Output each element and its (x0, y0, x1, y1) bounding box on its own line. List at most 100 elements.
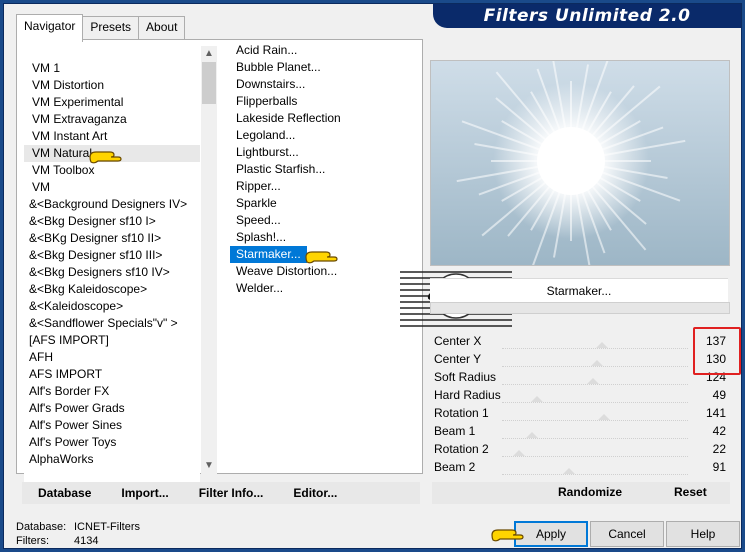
apply-button[interactable]: Apply (514, 521, 588, 547)
filter-item[interactable]: Splash!... (230, 229, 286, 246)
parameter-list: Center X 137 Center Y 130 Soft Radius 124 Hard… (430, 332, 728, 476)
filter-item[interactable]: Plastic Starfish... (230, 161, 325, 178)
param-value: 141 (705, 406, 726, 420)
navigator-toolbar: Database Import... Filter Info... Editor… (22, 482, 420, 504)
param-slider-thumb[interactable] (587, 378, 600, 384)
category-item[interactable]: Alf's Power Grads (24, 400, 200, 417)
database-button[interactable]: Database (38, 486, 91, 500)
param-slider-thumb[interactable] (598, 414, 611, 420)
param-slider-track[interactable] (502, 468, 688, 475)
pointing-hand-icon (491, 529, 524, 542)
filter-item[interactable]: Ripper... (230, 178, 281, 195)
param-row[interactable]: Beam 1 42 (430, 422, 728, 440)
category-item[interactable]: AFH (24, 349, 200, 366)
filter-item[interactable]: Sparkle (230, 195, 277, 212)
params-toolbar: Randomize Reset (432, 482, 730, 504)
param-label: Center X (434, 334, 482, 348)
tab-bar: Navigator Presets About (16, 14, 186, 42)
param-row[interactable]: Hard Radius 49 (430, 386, 728, 404)
category-item[interactable]: AlphaWorks (24, 451, 200, 468)
param-row[interactable]: Center Y 130 (430, 350, 728, 368)
category-item[interactable]: &<Background Designers IV> (24, 196, 200, 213)
help-button[interactable]: Help (666, 521, 740, 547)
param-label: Beam 1 (434, 424, 476, 438)
cancel-button[interactable]: Cancel (590, 521, 664, 547)
pointing-hand-icon (305, 251, 338, 264)
param-value: 22 (712, 442, 726, 456)
param-slider-thumb[interactable] (596, 342, 609, 348)
category-item[interactable]: &<Bkg Kaleidoscope> (24, 281, 200, 298)
param-slider-thumb[interactable] (590, 360, 603, 366)
editor-button[interactable]: Editor... (293, 486, 337, 500)
param-slider-thumb[interactable] (512, 450, 525, 456)
category-item[interactable]: &<Bkg Designers sf10 IV> (24, 264, 200, 281)
param-row[interactable]: Center X 137 (430, 332, 728, 350)
database-value: ICNET-Filters (74, 521, 140, 533)
param-value: 91 (712, 460, 726, 474)
import-button[interactable]: Import... (121, 486, 168, 500)
category-item[interactable]: AFS IMPORT (24, 366, 200, 383)
tab-navigator[interactable]: Navigator (16, 14, 84, 42)
database-info: Database: ICNET-Filters Filters: 4134 (16, 520, 216, 548)
filters-label: Filters: (16, 535, 49, 547)
category-item[interactable]: VM Experimental (24, 94, 200, 111)
param-row[interactable]: Rotation 1 141 (430, 404, 728, 422)
category-item[interactable]: VM Extravaganza (24, 111, 200, 128)
progress-bar (430, 302, 730, 314)
param-row[interactable]: Soft Radius 124 (430, 368, 728, 386)
param-slider-track[interactable] (502, 450, 688, 457)
scroll-down-icon[interactable]: ▼ (201, 458, 217, 474)
category-item[interactable]: &<Bkg Designer sf10 I> (24, 213, 200, 230)
filters-count: 4134 (74, 535, 99, 547)
filter-item[interactable]: Lightburst... (230, 144, 299, 161)
category-item[interactable]: VM Distortion (24, 77, 200, 94)
param-value: 49 (712, 388, 726, 402)
param-slider-track[interactable] (502, 414, 688, 421)
category-list[interactable]: VM 1 VM Distortion VM Experimental VM Extra… (24, 60, 200, 486)
category-item[interactable]: &<Sandflower Specials"v" > (24, 315, 200, 332)
filter-item[interactable]: Flipperballs (230, 93, 297, 110)
scroll-up-icon[interactable]: ▲ (201, 46, 217, 62)
param-label: Soft Radius (434, 370, 497, 384)
category-item[interactable]: VM (24, 179, 200, 196)
param-slider-thumb[interactable] (531, 396, 544, 402)
param-slider-track[interactable] (502, 432, 688, 439)
filter-item[interactable]: Downstairs... (230, 76, 305, 93)
category-item[interactable]: [AFS IMPORT] (24, 332, 200, 349)
param-label: Center Y (434, 352, 482, 366)
param-label: Rotation 2 (434, 442, 489, 456)
param-row[interactable]: Rotation 2 22 (430, 440, 728, 458)
filter-item[interactable]: Lakeside Reflection (230, 110, 341, 127)
category-item[interactable]: Alf's Power Toys (24, 434, 200, 451)
param-label: Rotation 1 (434, 406, 489, 420)
param-label: Beam 2 (434, 460, 476, 474)
scroll-thumb[interactable] (202, 62, 216, 104)
filter-item[interactable]: Acid Rain... (230, 42, 297, 59)
filter-item[interactable]: Bubble Planet... (230, 59, 321, 76)
filter-item[interactable]: Legoland... (230, 127, 295, 144)
param-slider-track[interactable] (502, 360, 688, 367)
category-item[interactable]: &<BKg Designer sf10 II> (24, 230, 200, 247)
filter-item[interactable]: Welder... (230, 280, 283, 297)
highlight-annotation (693, 327, 741, 375)
param-slider-thumb[interactable] (562, 468, 575, 474)
category-scrollbar[interactable]: ▲ ▼ (201, 46, 217, 474)
param-slider-track[interactable] (502, 378, 688, 385)
category-item[interactable]: &<Bkg Designer sf10 III> (24, 247, 200, 264)
param-slider-track[interactable] (502, 396, 688, 403)
filter-info-button[interactable]: Filter Info... (199, 486, 264, 500)
filter-item[interactable]: Speed... (230, 212, 281, 229)
category-item[interactable]: VM 1 (24, 60, 200, 77)
param-slider-track[interactable] (502, 342, 688, 349)
tab-presets[interactable]: Presets (82, 16, 140, 40)
tab-about[interactable]: About (138, 16, 186, 40)
category-item[interactable]: Alf's Border FX (24, 383, 200, 400)
randomize-button[interactable]: Randomize (558, 485, 622, 499)
reset-button[interactable]: Reset (674, 485, 707, 499)
filter-item[interactable]: Starmaker... (230, 246, 307, 263)
category-item[interactable]: VM Instant Art (24, 128, 200, 145)
category-item[interactable]: &<Kaleidoscope> (24, 298, 200, 315)
param-slider-thumb[interactable] (525, 432, 538, 438)
param-row[interactable]: Beam 2 91 (430, 458, 728, 476)
category-item[interactable]: Alf's Power Sines (24, 417, 200, 434)
